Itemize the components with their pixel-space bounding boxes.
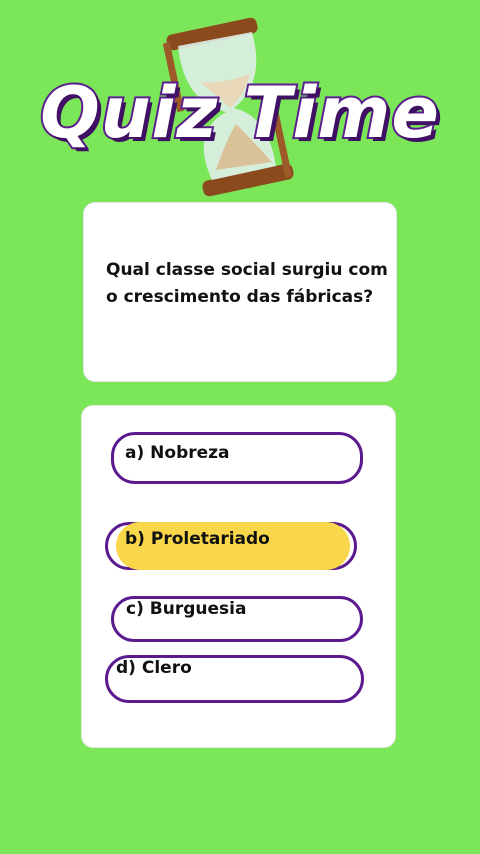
option-a-button[interactable]: a) Nobreza: [111, 432, 363, 484]
option-a-label: a) Nobreza: [125, 443, 230, 463]
page-title: Quiz Time: [38, 70, 441, 156]
question-card: Qual classe social surgiu com o crescime…: [83, 202, 397, 382]
option-d-button[interactable]: d) Clero: [105, 655, 364, 703]
option-b-label: b) Proletariado: [125, 529, 270, 549]
question-text: Qual classe social surgiu com o crescime…: [106, 260, 388, 307]
option-b-button[interactable]: b) Proletariado: [105, 522, 357, 570]
option-c-label: c) Burguesia: [126, 599, 247, 619]
option-d-label: d) Clero: [116, 658, 192, 678]
option-c-button[interactable]: c) Burguesia: [111, 596, 363, 642]
